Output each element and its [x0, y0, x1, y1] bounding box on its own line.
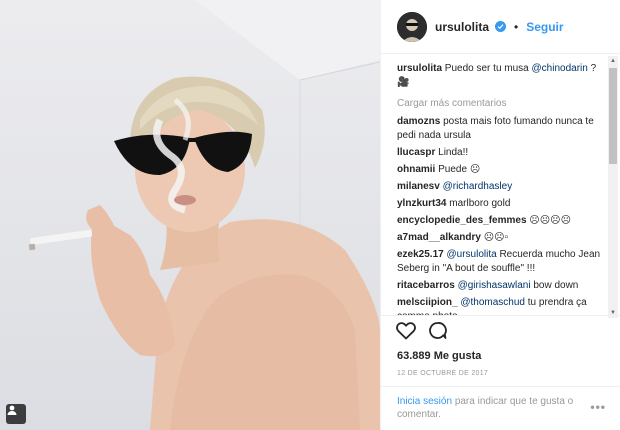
scroll-down-arrow-icon[interactable]: ▼: [608, 308, 618, 318]
comment-mention[interactable]: @thomaschud: [460, 297, 525, 308]
likes-count[interactable]: 63.889 Me gusta: [381, 350, 620, 362]
caption-username[interactable]: ursulolita: [397, 63, 442, 74]
header-username[interactable]: ursulolita: [435, 20, 489, 34]
caption-text: Puedo ser tu musa: [444, 63, 529, 74]
post-date: 12 DE OCTUBRE DE 2017: [397, 370, 489, 377]
comment-row: encyclopedie_des_femmes ☹☹☹☹: [397, 214, 602, 228]
post-photo[interactable]: [0, 0, 380, 430]
comments-list: ursulolita Puedo ser tu musa @chinodarin…: [381, 54, 620, 316]
comment-username[interactable]: llucaspr: [397, 147, 435, 158]
comment-mention[interactable]: @richardhasley: [443, 181, 513, 192]
comment-username[interactable]: ohnamii: [397, 164, 435, 175]
comment-text: ☹☹☹☹: [529, 215, 571, 226]
comment-text: bow down: [533, 280, 579, 291]
comment-row: ezek25.17 @ursulolita Recuerda mucho Jea…: [397, 248, 602, 276]
post-header: ursulolita • Seguir: [381, 0, 620, 54]
comment-text: ☹☹▫: [483, 232, 509, 243]
more-options-button[interactable]: •••: [590, 401, 606, 414]
comment-icon[interactable]: [428, 321, 447, 345]
header-separator: •: [514, 19, 519, 34]
comment-username[interactable]: ezek25.17: [397, 249, 444, 260]
comment-row: ylnzkurt34 marlboro gold: [397, 197, 602, 211]
caption-mention[interactable]: @chinodarin: [532, 63, 588, 74]
comment-row: damozns posta mais foto fumando nunca te…: [397, 115, 602, 143]
comment-text: Linda!!: [438, 147, 469, 158]
comment-row: llucaspr Linda!!: [397, 146, 602, 160]
comment-username[interactable]: encyclopedie_des_femmes: [397, 215, 527, 226]
post-actions: [381, 316, 620, 350]
caption: ursulolita Puedo ser tu musa @chinodarin…: [397, 62, 602, 90]
post-side-panel: ursulolita • Seguir ursulolita Puedo ser…: [380, 0, 620, 430]
comment-row: ohnamii Puede ☹: [397, 163, 602, 177]
scrollbar-thumb[interactable]: [609, 68, 617, 164]
comment-row: a7mad__alkandry ☹☹▫: [397, 231, 602, 245]
comment-row: ritacebarros @girishasawlani bow down: [397, 279, 602, 293]
load-more-comments[interactable]: Cargar más comentarios: [397, 98, 602, 109]
comments-scrollbar[interactable]: ▲ ▼: [608, 56, 618, 318]
avatar[interactable]: [397, 11, 427, 42]
comment-row: melsciipion_ @thomaschud tu prendra ça c…: [397, 296, 602, 315]
comment-mention[interactable]: @ursulolita: [447, 249, 497, 260]
comment-username[interactable]: ylnzkurt34: [397, 198, 446, 209]
comment-text: marlboro gold: [449, 198, 511, 209]
photo-illustration: [28, 0, 380, 430]
verified-badge-icon: [495, 21, 507, 32]
user-tag-icon[interactable]: [6, 404, 26, 424]
comment-username[interactable]: a7mad__alkandry: [397, 232, 481, 243]
comment-username[interactable]: damozns: [397, 116, 440, 127]
comment-text: Puede ☹: [438, 164, 481, 175]
comment-username[interactable]: ritacebarros: [397, 280, 455, 291]
instagram-post: ursulolita • Seguir ursulolita Puedo ser…: [0, 0, 620, 430]
comment-row: milanesv @richardhasley: [397, 180, 602, 194]
scroll-up-arrow-icon[interactable]: ▲: [608, 56, 618, 66]
comment-username[interactable]: milanesv: [397, 181, 440, 192]
login-link[interactable]: Inicia sesión: [397, 396, 452, 407]
login-prompt: Inicia sesión para indicar que te gusta …: [381, 386, 620, 430]
comment-mention[interactable]: @girishasawlani: [458, 280, 531, 291]
follow-button[interactable]: Seguir: [526, 20, 563, 34]
heart-icon[interactable]: [396, 321, 416, 345]
comment-username[interactable]: melsciipion_: [397, 297, 458, 308]
